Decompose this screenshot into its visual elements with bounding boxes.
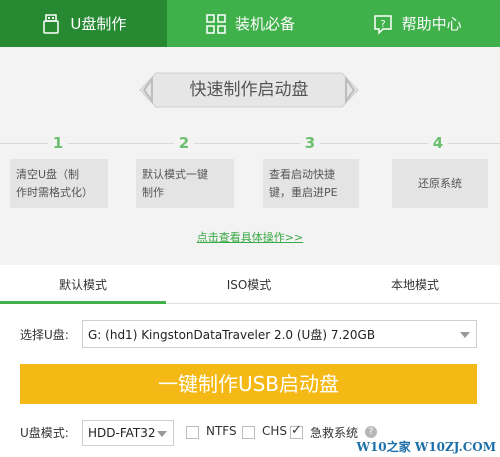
chevron-down-icon: [157, 431, 167, 437]
step-divider: [0, 143, 500, 144]
tab-label: 装机必备: [235, 15, 296, 33]
guide-banner: 快速制作启动盘: [138, 71, 360, 109]
tab-essentials[interactable]: 装机必备: [167, 0, 334, 47]
rescue-system-checkbox[interactable]: [290, 423, 303, 439]
step-card: 还原系统: [392, 159, 488, 208]
chs-label: CHS: [262, 424, 288, 438]
guide-title: 快速制作启动盘: [189, 80, 309, 100]
step-card: 默认模式一键 制作: [136, 159, 234, 208]
step-text: 作时需格式化）: [16, 185, 93, 199]
tab-label: 帮助中心: [401, 15, 462, 33]
apps-grid-icon: [206, 13, 226, 34]
device-row: 选择U盘:: [20, 320, 69, 348]
step-number: 2: [174, 133, 194, 153]
step-text: 默认模式一键: [142, 167, 208, 181]
step-number: 1: [48, 133, 68, 153]
usb-drive-icon: [43, 13, 60, 34]
step-text: 清空U盘（制: [16, 167, 80, 181]
help-icon: ?: [373, 14, 392, 35]
tab-usb-make[interactable]: U盘制作: [0, 0, 167, 47]
tab-local-mode[interactable]: 本地模式: [332, 268, 498, 303]
usb-mode-select[interactable]: HDD-FAT32: [82, 420, 174, 446]
step-text: 制作: [142, 185, 164, 199]
mode-tabs: 默认模式 ISO模式 本地模式: [0, 268, 500, 304]
rescue-system-label: 急救系统: [310, 426, 359, 440]
step-text: 键，重启进PE: [269, 185, 338, 199]
tab-default-mode[interactable]: 默认模式: [0, 268, 166, 304]
tab-label: U盘制作: [70, 15, 127, 33]
usb-device-select[interactable]: G: (hd1) KingstonDataTraveler 2.0 (U盘) 7…: [82, 320, 477, 348]
device-label: 选择U盘:: [20, 327, 69, 342]
tab-iso-mode[interactable]: ISO模式: [166, 268, 332, 303]
svg-text:?: ?: [380, 19, 385, 30]
ntfs-label: NTFS: [206, 424, 237, 438]
step-number: 3: [300, 133, 320, 153]
usb-mode-value: HDD-FAT32: [88, 426, 156, 440]
chevron-down-icon: [460, 332, 470, 338]
step-card: 清空U盘（制 作时需格式化）: [10, 159, 108, 208]
top-navigation: U盘制作 装机必备 ? 帮助中心: [0, 0, 500, 47]
usb-device-value: G: (hd1) KingstonDataTraveler 2.0 (U盘) 7…: [88, 327, 376, 342]
step-number: 4: [428, 133, 448, 153]
guide-panel: 快速制作启动盘 1 2 3 4 清空U盘（制 作时需格式化） 默认模式一键 制作 查…: [0, 47, 500, 265]
step-card: 查看启动快捷 键，重启进PE: [263, 159, 359, 208]
step-text: 查看启动快捷: [269, 167, 335, 181]
make-usb-boot-button[interactable]: 一键制作USB启动盘: [20, 364, 477, 404]
step-text: 还原系统: [418, 176, 462, 190]
help-question-icon[interactable]: ?: [365, 426, 377, 438]
tab-help-center[interactable]: ? 帮助中心: [333, 0, 500, 47]
ntfs-checkbox[interactable]: [186, 426, 199, 439]
view-details-link[interactable]: 点击查看具体操作>>: [0, 229, 500, 245]
watermark-logo: W10之家 W10ZJ.COM: [356, 440, 496, 454]
chs-checkbox[interactable]: [242, 426, 255, 439]
usb-mode-label: U盘模式:: [20, 426, 69, 440]
